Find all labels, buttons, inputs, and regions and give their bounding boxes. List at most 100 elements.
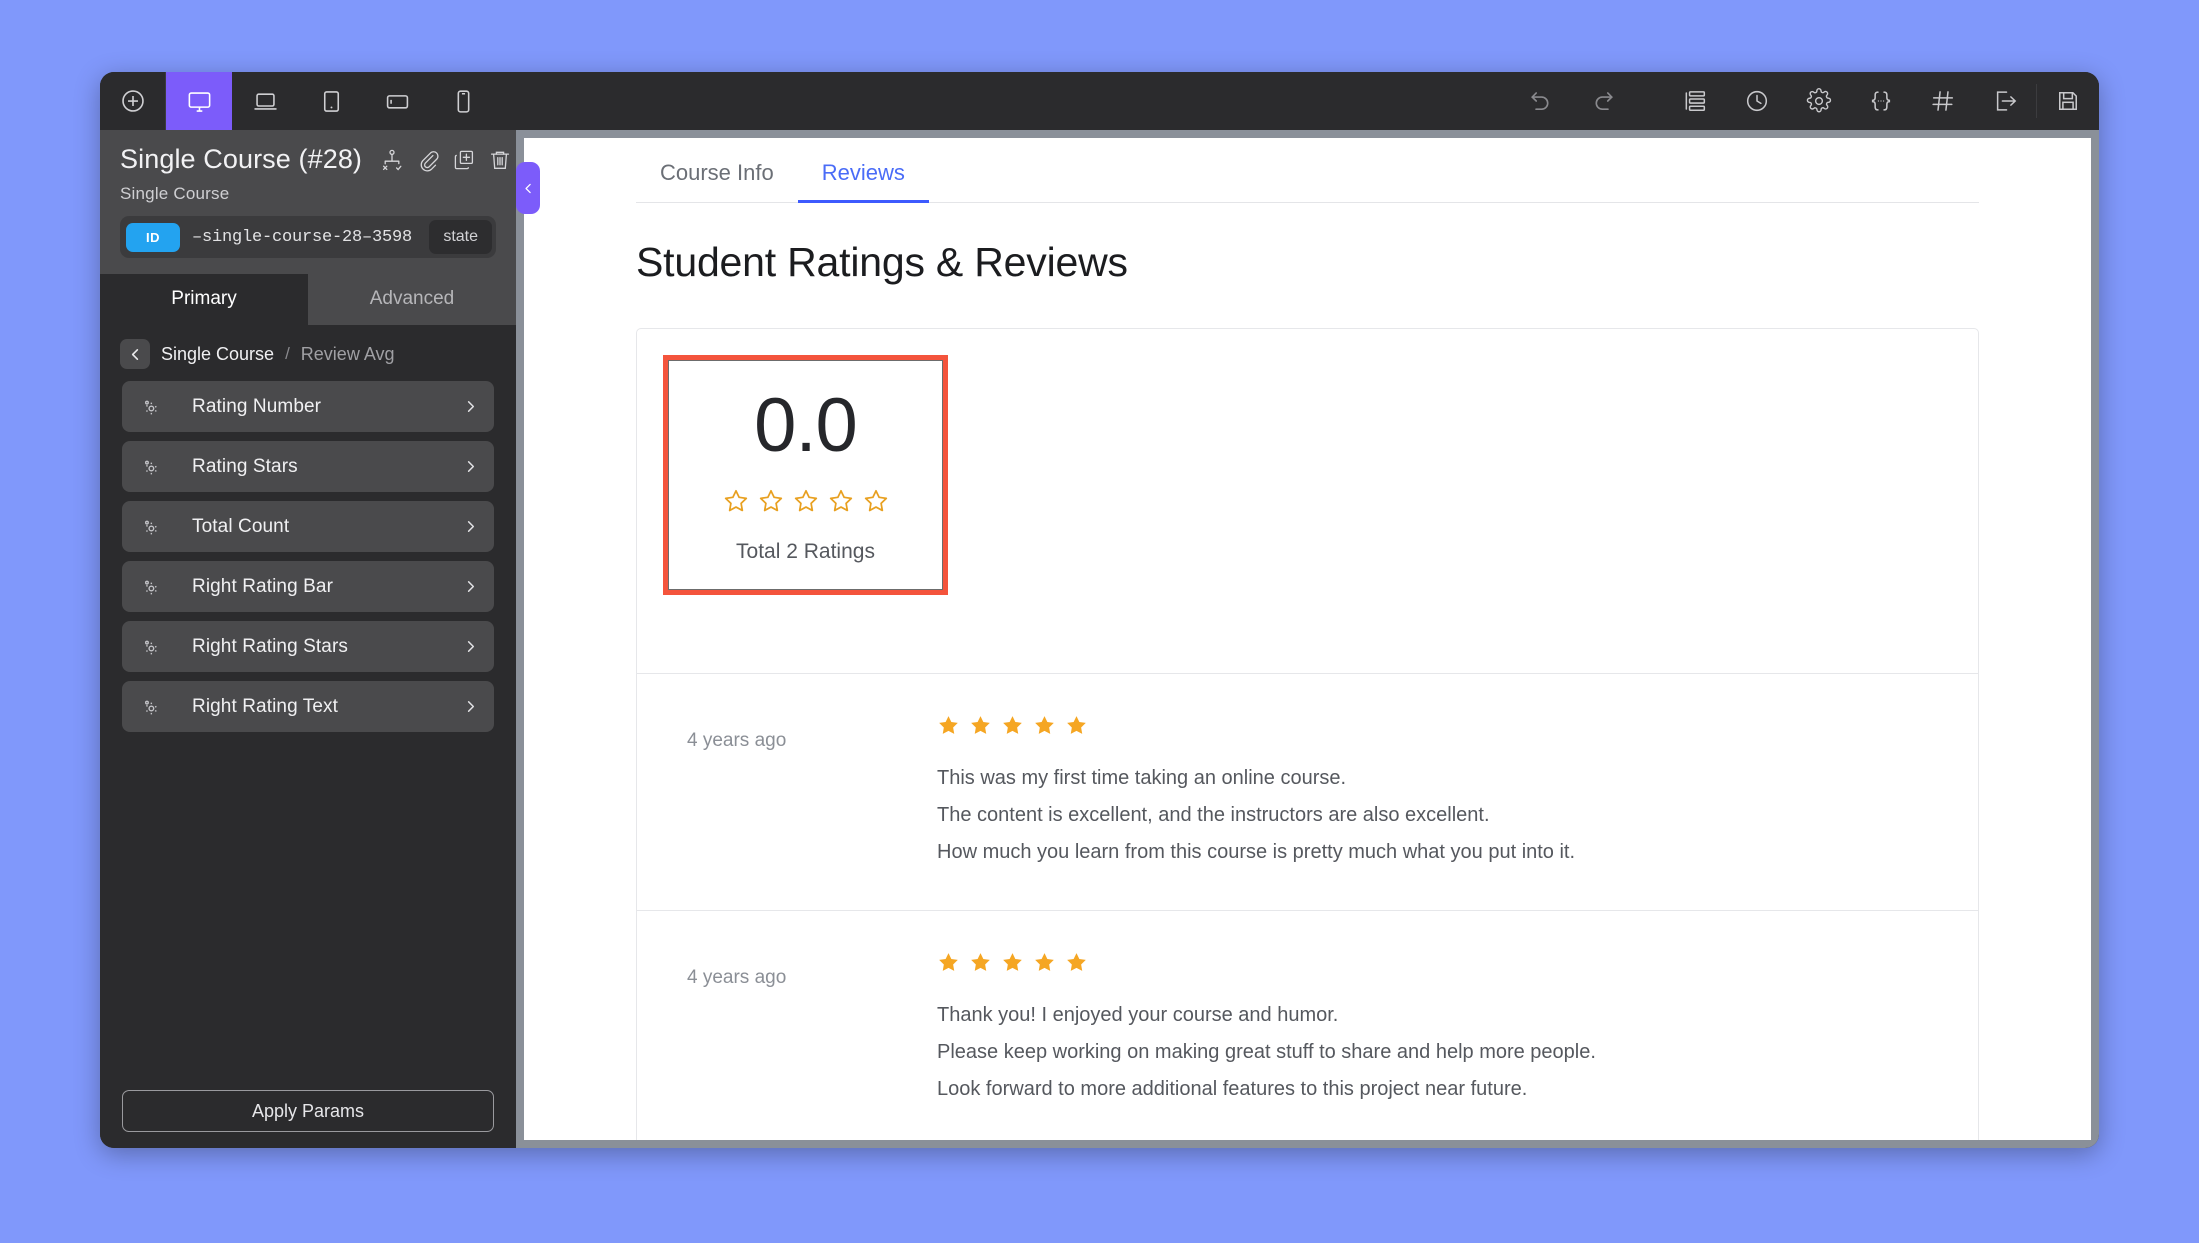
breakpoint-tablet-landscape-button[interactable] [364, 72, 430, 130]
review-item: 4 years ago This was my first time takin… [637, 674, 1978, 911]
star-filled-icon [1035, 716, 1054, 734]
trash-icon[interactable] [488, 148, 512, 172]
sidebar-content: Single Course / Review Avg Rating Number… [100, 325, 516, 1148]
sidebar-item-total-count[interactable]: Total Count [122, 501, 494, 552]
sidebar-item-rating-number[interactable]: Rating Number [122, 381, 494, 432]
breakpoint-desktop-button[interactable] [166, 72, 232, 130]
star-filled-icon [1035, 953, 1054, 971]
properties-sidebar: Single Course (#28) Single Course ID –si… [100, 130, 516, 1148]
star-filled-icon [1003, 953, 1022, 971]
preview-page: Course Info Reviews Student Ratings & Re… [524, 138, 2091, 1140]
gear-icon [140, 576, 170, 598]
star-filled-icon [1067, 953, 1086, 971]
page-tabs: Course Info Reviews [636, 138, 1979, 203]
breakpoint-mobile-button[interactable] [430, 72, 496, 130]
sidebar-item-label: Rating Stars [192, 455, 298, 477]
sidebar-item-right-rating-text[interactable]: Right Rating Text [122, 681, 494, 732]
review-line: How much you learn from this course is p… [937, 841, 1576, 863]
average-rating-value: 0.0 [754, 383, 858, 468]
page-title: Student Ratings & Reviews [636, 239, 1128, 285]
rating-summary-box[interactable]: 0.0 Total 2 Ratings [663, 355, 948, 596]
tab-primary[interactable]: Primary [100, 274, 308, 325]
breakpoint-tablet-button[interactable] [298, 72, 364, 130]
review-text: This was my first time taking an online … [937, 765, 1938, 866]
redo-button[interactable] [1572, 72, 1634, 130]
review-line: This was my first time taking an online … [937, 767, 1347, 789]
add-button[interactable] [100, 72, 166, 130]
breakpoint-laptop-button[interactable] [232, 72, 298, 130]
main-split: Single Course (#28) Single Course ID –si… [100, 130, 2099, 1148]
settings-gear-button[interactable] [1788, 72, 1850, 130]
sidebar-item-label: Total Count [192, 515, 290, 537]
apply-params-button[interactable]: Apply Params [122, 1090, 494, 1132]
breadcrumb-current: Review Avg [300, 343, 395, 364]
state-button[interactable]: state [429, 220, 492, 254]
sidebar-footer: Apply Params [100, 1076, 516, 1148]
star-filled-icon [1067, 716, 1086, 734]
review-line: The content is excellent, and the instru… [937, 804, 1490, 826]
export-button[interactable] [1974, 72, 2036, 130]
review-date: 4 years ago [687, 730, 787, 751]
review-stars [937, 951, 1938, 974]
review-body: Thank you! I enjoyed your course and hum… [937, 951, 1978, 1103]
sidebar-item-rating-stars[interactable]: Rating Stars [122, 441, 494, 492]
undo-button[interactable] [1510, 72, 1572, 130]
chevron-left-icon[interactable] [120, 339, 150, 369]
sidebar-collapse-toggle[interactable] [516, 162, 540, 214]
element-title: Single Course (#28) [120, 144, 363, 174]
star-outline-icon [724, 490, 747, 512]
review-line: Look forward to more additional features… [937, 1078, 1528, 1100]
sidebar-item-label: Right Rating Bar [192, 575, 334, 597]
reviews-card: 0.0 Total 2 Ratings 4 years ago This was… [636, 328, 1979, 1140]
review-body: This was my first time taking an online … [937, 714, 1978, 866]
review-line: Thank you! I enjoyed your course and hum… [937, 1004, 1339, 1026]
star-outline-icon [759, 490, 782, 512]
layers-button[interactable] [1664, 72, 1726, 130]
breadcrumb-parent[interactable]: Single Course [161, 344, 274, 365]
breadcrumb-separator: / [285, 344, 290, 363]
total-ratings-label: Total 2 Ratings [736, 540, 875, 564]
review-line: Please keep working on making great stuf… [937, 1041, 1596, 1063]
top-toolbar [100, 72, 2099, 130]
star-outline-icon [794, 490, 817, 512]
review-date: 4 years ago [687, 967, 787, 988]
review-item: 4 years ago Thank you! I enjoyed your co… [637, 911, 1978, 1140]
link-icon[interactable] [416, 148, 440, 172]
review-stars [937, 714, 1938, 737]
element-id-field[interactable]: ID –single-course-28–3598 state [120, 216, 496, 258]
tab-reviews[interactable]: Reviews [797, 160, 930, 203]
id-input[interactable]: –single-course-28–3598 [192, 228, 427, 247]
sidebar-item-right-rating-stars[interactable]: Right Rating Stars [122, 621, 494, 672]
canvas-area: Course Info Reviews Student Ratings & Re… [516, 130, 2099, 1148]
chevron-right-icon [463, 639, 478, 654]
chevron-right-icon [463, 519, 478, 534]
chevron-right-icon [463, 399, 478, 414]
save-button[interactable] [2037, 72, 2099, 130]
gear-icon [140, 696, 170, 718]
review-text: Thank you! I enjoyed your course and hum… [937, 1002, 1938, 1103]
sidebar-item-right-rating-bar[interactable]: Right Rating Bar [122, 561, 494, 612]
history-button[interactable] [1726, 72, 1788, 130]
tab-advanced[interactable]: Advanced [308, 274, 516, 325]
star-outline-icon [829, 490, 852, 512]
element-title-row: Single Course (#28) [120, 144, 510, 175]
element-actions [380, 148, 512, 172]
action-toolbar [1510, 72, 2099, 130]
tab-course-info[interactable]: Course Info [636, 160, 798, 202]
property-list: Rating Number Rating Stars Total Count R… [100, 381, 516, 732]
code-braces-button[interactable] [1850, 72, 1912, 130]
gear-icon [140, 516, 170, 538]
sidebar-item-label: Right Rating Stars [192, 635, 348, 657]
sidebar-item-label: Right Rating Text [192, 695, 339, 717]
star-filled-icon [971, 716, 990, 734]
star-filled-icon [939, 953, 958, 971]
chevron-right-icon [463, 459, 478, 474]
star-outline-icon [864, 490, 887, 512]
star-filled-icon [1003, 716, 1022, 734]
grid-button[interactable] [1912, 72, 1974, 130]
sidebar-header: Single Course (#28) Single Course ID –si… [100, 130, 516, 258]
breakpoint-toolbar [100, 72, 496, 130]
condition-icon[interactable] [380, 148, 404, 172]
id-badge: ID [126, 222, 180, 252]
duplicate-icon[interactable] [452, 148, 476, 172]
